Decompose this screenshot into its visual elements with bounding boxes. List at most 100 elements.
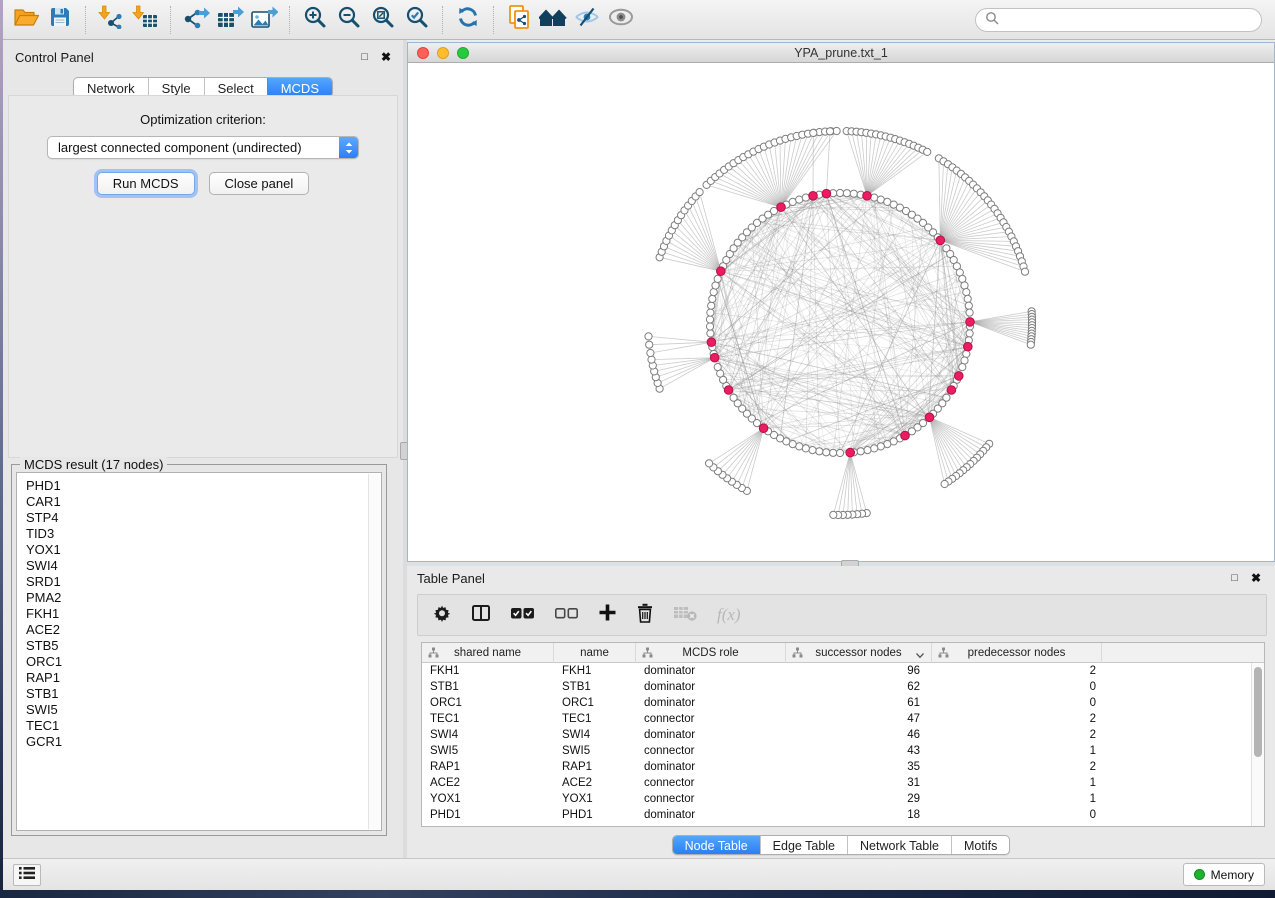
- table-row[interactable]: ORC1ORC1dominator610: [422, 695, 1251, 711]
- cell-name: SWI5: [554, 743, 636, 759]
- result-list-item[interactable]: SRD1: [26, 574, 381, 590]
- first-neighbors-icon: [539, 6, 567, 33]
- export-image-button[interactable]: [247, 5, 281, 35]
- add-row-button[interactable]: [598, 603, 617, 627]
- zoom-selected-button[interactable]: [400, 5, 434, 35]
- cell-successor-nodes: 47: [786, 711, 932, 727]
- search-input[interactable]: [1004, 10, 1261, 30]
- zoom-selected-icon: [405, 5, 429, 34]
- deselect-all-button[interactable]: [554, 605, 579, 626]
- result-list-item[interactable]: SWI4: [26, 558, 381, 574]
- toolbar-separator: [170, 6, 171, 34]
- table-row[interactable]: YOX1YOX1connector291: [422, 791, 1251, 807]
- network-window-titlebar[interactable]: YPA_prune.txt_1: [408, 43, 1274, 63]
- optimization-criterion-label: Optimization criterion:: [9, 112, 397, 127]
- table-tab-network-table[interactable]: Network Table: [847, 836, 951, 854]
- first-neighbors-button[interactable]: [536, 5, 570, 35]
- cell-name: FKH1: [554, 663, 636, 679]
- result-list-item[interactable]: ACE2: [26, 622, 381, 638]
- float-panel-icon[interactable]: □: [361, 51, 368, 63]
- export-network-button[interactable]: [179, 5, 213, 35]
- result-list-item[interactable]: SWI5: [26, 702, 381, 718]
- cell-successor-nodes: 61: [786, 695, 932, 711]
- column-header-shared-name[interactable]: shared name: [422, 643, 554, 663]
- open-session-button[interactable]: [9, 5, 43, 35]
- result-list-item[interactable]: PMA2: [26, 590, 381, 606]
- select-all-button[interactable]: [510, 605, 535, 626]
- export-table-button[interactable]: [213, 5, 247, 35]
- cell-shared-name: YOX1: [422, 791, 554, 807]
- cell-predecessor-nodes: 1: [932, 791, 1102, 807]
- result-list-item[interactable]: ORC1: [26, 654, 381, 670]
- result-list-item[interactable]: TEC1: [26, 718, 381, 734]
- result-list-item[interactable]: STP4: [26, 510, 381, 526]
- task-history-button[interactable]: [13, 864, 41, 886]
- show-all-button[interactable]: [604, 5, 638, 35]
- columns-button[interactable]: [471, 603, 491, 628]
- result-list-item[interactable]: STB1: [26, 686, 381, 702]
- zoom-in-button[interactable]: [298, 5, 332, 35]
- function-builder-button: f(x): [717, 605, 741, 625]
- column-header-name[interactable]: name: [554, 643, 636, 663]
- memory-button[interactable]: Memory: [1183, 863, 1265, 886]
- import-table-button[interactable]: [128, 5, 162, 35]
- attribute-type-icon: [428, 647, 439, 662]
- attribute-type-icon: [792, 647, 803, 662]
- result-list-item[interactable]: RAP1: [26, 670, 381, 686]
- zoom-out-button[interactable]: [332, 5, 366, 35]
- delete-row-button[interactable]: [636, 603, 654, 628]
- table-row[interactable]: STB1STB1dominator620: [422, 679, 1251, 695]
- search-box[interactable]: [975, 8, 1262, 32]
- table-scrollbar-thumb[interactable]: [1254, 667, 1262, 757]
- network-clipboard-button[interactable]: [502, 5, 536, 35]
- settings-button[interactable]: [432, 603, 452, 628]
- column-header-MCDS-role[interactable]: MCDS role: [636, 643, 786, 663]
- close-panel-icon[interactable]: ✖: [381, 50, 391, 64]
- table-row[interactable]: RAP1RAP1dominator352: [422, 759, 1251, 775]
- hide-selected-button[interactable]: [570, 5, 604, 35]
- network-graph[interactable]: [408, 63, 1274, 561]
- close-panel-button[interactable]: Close panel: [209, 172, 310, 195]
- zoom-fit-button[interactable]: [366, 5, 400, 35]
- cell-shared-name: ACE2: [422, 775, 554, 791]
- run-mcds-button[interactable]: Run MCDS: [97, 172, 195, 195]
- network-canvas[interactable]: [408, 63, 1274, 561]
- save-session-button[interactable]: [43, 5, 77, 35]
- column-header-predecessor-nodes[interactable]: predecessor nodes: [932, 643, 1102, 663]
- export-image-icon: [250, 5, 278, 34]
- result-list-item[interactable]: GCR1: [26, 734, 381, 750]
- column-label: name: [580, 647, 609, 659]
- close-table-panel-icon[interactable]: ✖: [1251, 571, 1261, 585]
- mcds-result-list[interactable]: PHD1CAR1STP4TID3YOX1SWI4SRD1PMA2FKH1ACE2…: [16, 472, 382, 831]
- result-list-item[interactable]: TID3: [26, 526, 381, 542]
- table-row[interactable]: SWI5SWI5connector431: [422, 743, 1251, 759]
- table-tab-node-table[interactable]: Node Table: [673, 836, 760, 854]
- result-list-item[interactable]: STB5: [26, 638, 381, 654]
- optimization-criterion-select[interactable]: largest connected component (undirected): [47, 136, 359, 159]
- table-tab-motifs[interactable]: Motifs: [951, 836, 1009, 854]
- result-list-scrollbar[interactable]: [368, 474, 380, 829]
- refresh-view-button[interactable]: [451, 5, 485, 35]
- result-list-item[interactable]: PHD1: [26, 478, 381, 494]
- table-scrollbar[interactable]: [1251, 663, 1264, 826]
- table-row[interactable]: ACE2ACE2connector311: [422, 775, 1251, 791]
- table-row[interactable]: TEC1TEC1connector472: [422, 711, 1251, 727]
- table-row[interactable]: PHD1PHD1dominator180: [422, 807, 1251, 823]
- table-toolbar: f(x): [417, 594, 1267, 636]
- result-list-item[interactable]: YOX1: [26, 542, 381, 558]
- cell-shared-name: ORC1: [422, 695, 554, 711]
- result-list-item[interactable]: FKH1: [26, 606, 381, 622]
- table-panel-title: Table Panel: [417, 571, 485, 586]
- column-header-successor-nodes[interactable]: successor nodes: [786, 643, 932, 663]
- zoom-fit-icon: [371, 5, 395, 34]
- cell-MCDS-role: connector: [636, 791, 786, 807]
- cell-shared-name: PHD1: [422, 807, 554, 823]
- import-network-button[interactable]: [94, 5, 128, 35]
- control-panel-title: Control Panel: [15, 50, 94, 65]
- result-list-item[interactable]: CAR1: [26, 494, 381, 510]
- float-table-panel-icon[interactable]: □: [1231, 572, 1238, 584]
- table-tab-edge-table[interactable]: Edge Table: [760, 836, 847, 854]
- table-row[interactable]: FKH1FKH1dominator962: [422, 663, 1251, 679]
- table-row[interactable]: SWI4SWI4dominator462: [422, 727, 1251, 743]
- cell-shared-name: RAP1: [422, 759, 554, 775]
